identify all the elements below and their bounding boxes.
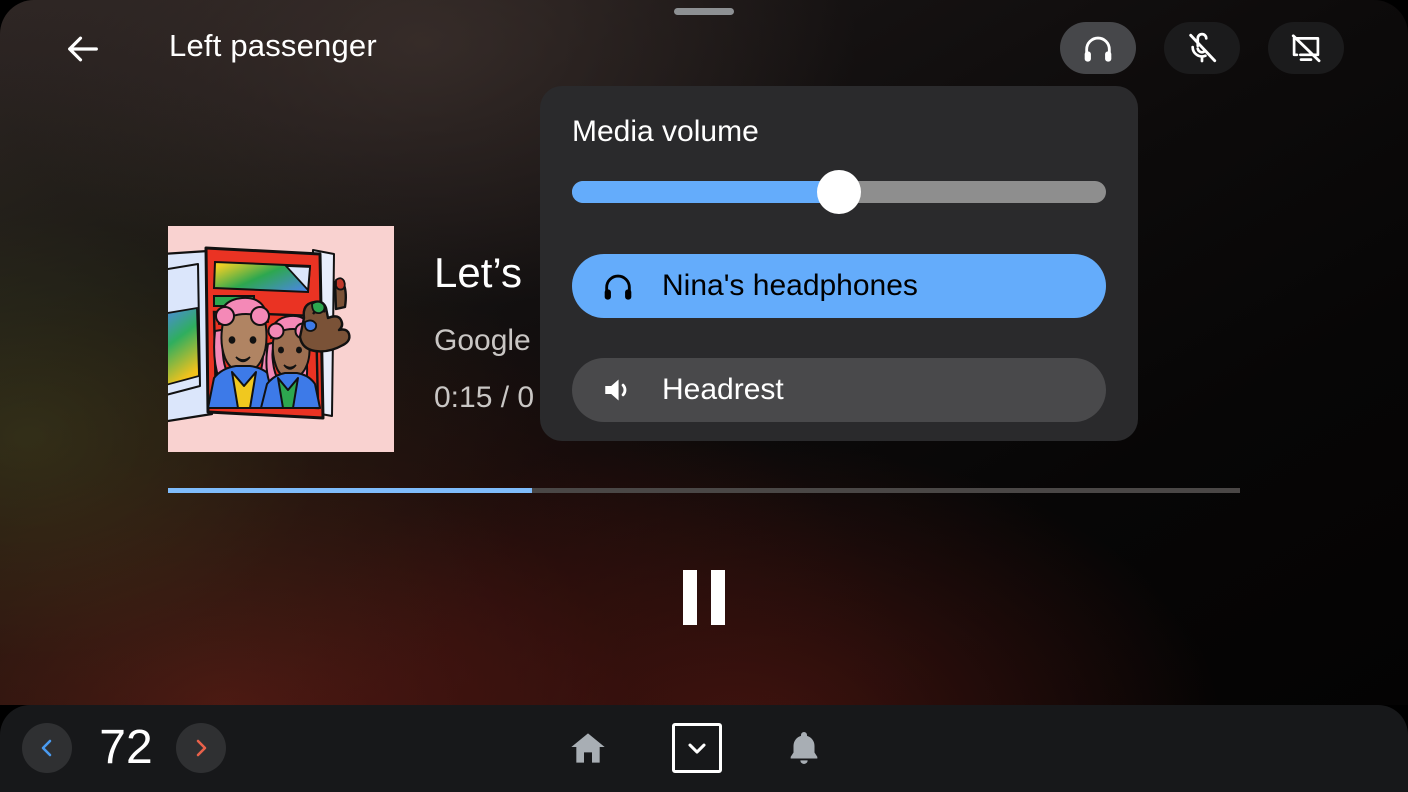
headphones-icon [1084, 36, 1112, 62]
chevron-right-icon [196, 739, 207, 757]
output-device-nina-headphones[interactable]: Nina's headphones [572, 254, 1106, 318]
volume-slider-fill [572, 181, 839, 203]
screen-off-icon [1291, 34, 1321, 63]
speaker-icon [596, 373, 640, 407]
pause-bar-left [683, 569, 697, 625]
bell-icon [790, 732, 818, 764]
temperature-increase-button[interactable] [176, 723, 226, 773]
playback-progress-bar[interactable] [168, 488, 1240, 493]
drag-handle[interactable] [674, 8, 734, 15]
nav-notifications-button[interactable] [779, 723, 829, 773]
mic-off-button[interactable] [1164, 22, 1240, 74]
chevron-left-icon [41, 739, 52, 757]
album-art [168, 226, 394, 452]
home-icon [571, 733, 605, 763]
media-volume-slider[interactable] [572, 170, 1106, 214]
volume-slider-thumb[interactable] [817, 170, 861, 214]
output-device-label: Nina's headphones [662, 269, 918, 302]
nav-home-button[interactable] [563, 723, 613, 773]
mic-off-icon [1189, 32, 1217, 63]
playback-progress-fill [168, 488, 533, 493]
media-volume-title: Media volume [572, 115, 759, 148]
back-arrow-icon [68, 36, 98, 62]
output-device-headrest[interactable]: Headrest [572, 358, 1106, 422]
headphones-output-button[interactable] [1060, 22, 1136, 74]
page-title: Left passenger [169, 28, 377, 63]
back-button[interactable] [58, 24, 108, 74]
chevron-down-icon [688, 743, 706, 754]
nav-apps-button[interactable] [672, 723, 722, 773]
album-art-illustration [168, 226, 394, 452]
pause-button[interactable] [654, 547, 754, 647]
temperature-value: 72 [99, 721, 153, 774]
system-bar: 72 P [0, 705, 1408, 792]
pause-bar-right [711, 569, 725, 625]
temperature-decrease-button[interactable] [22, 723, 72, 773]
output-device-label: Headrest [662, 373, 784, 406]
car-media-screen: Left passenger Let’s Google 0:15 / 0 Med… [0, 0, 1408, 792]
headphones-icon [596, 269, 640, 303]
media-volume-popup: Media volume Nina's headphones Headrest [540, 86, 1138, 441]
screen-off-button[interactable] [1268, 22, 1344, 74]
